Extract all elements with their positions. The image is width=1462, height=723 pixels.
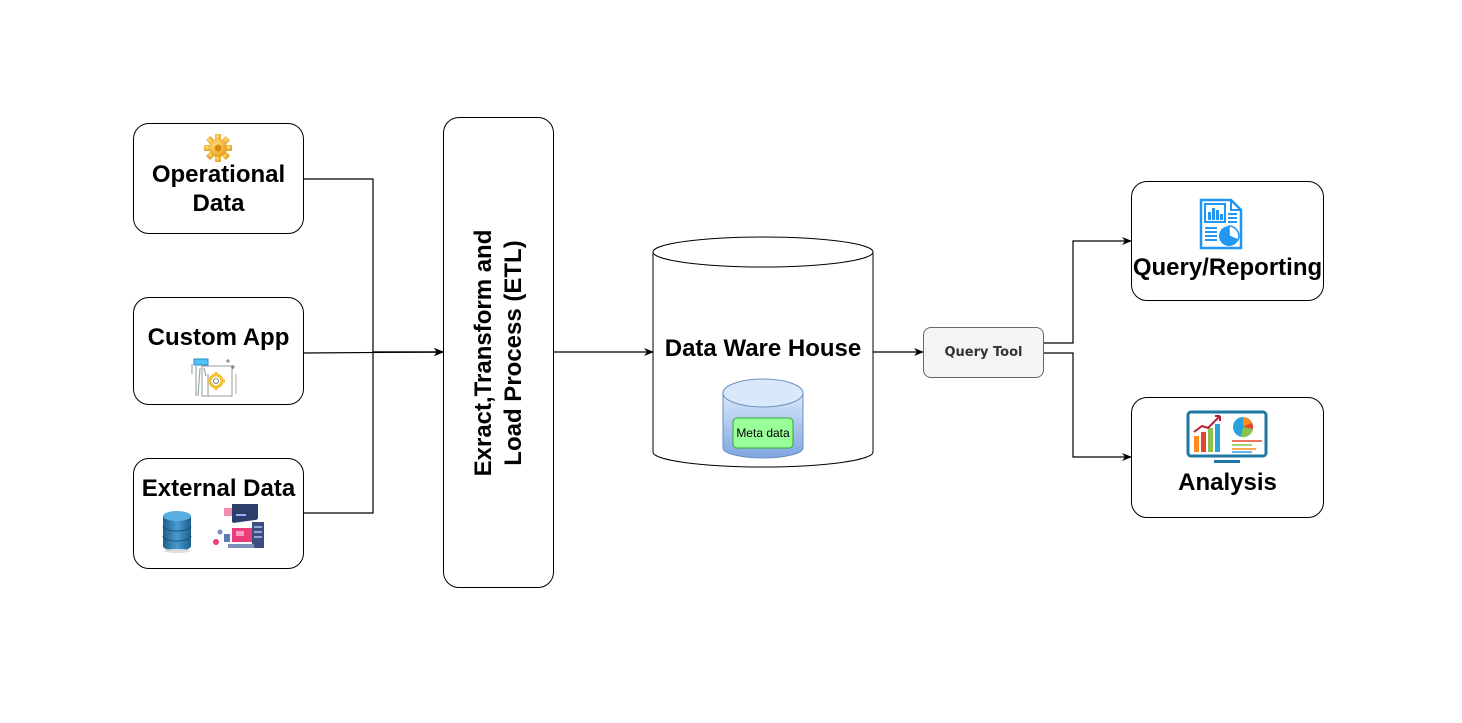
warehouse-label: Data Ware House — [664, 335, 862, 362]
metadata-cylinder — [722, 378, 804, 459]
node-custom-app[interactable]: Custom App — [133, 297, 304, 405]
analytics-monitor-icon — [1186, 410, 1268, 463]
gear-icon — [204, 134, 232, 162]
analysis-label: Analysis — [1178, 469, 1277, 496]
node-analysis[interactable]: Analysis — [1131, 397, 1324, 518]
node-query-tool[interactable]: Query Tool — [923, 327, 1044, 378]
operational-data-label: Operational Data — [134, 160, 303, 218]
database-icon — [162, 511, 192, 553]
etl-label-line1: Exract,Transform and — [469, 229, 497, 476]
operational-label-line2: Data — [192, 190, 245, 217]
node-external-data[interactable]: External Data — [133, 458, 304, 569]
server-workstation-icon — [213, 504, 264, 548]
edge-external-to-etl — [303, 348, 444, 514]
custom-app-label: Custom App — [147, 324, 290, 351]
node-query-reporting[interactable]: Query/Reporting — [1131, 181, 1324, 301]
query-reporting-label: Query/Reporting — [1132, 254, 1323, 281]
operational-label-line1: Operational — [151, 161, 286, 188]
etl-label-line2: Load Process (ETL) — [499, 239, 527, 466]
metadata-label: Meta data — [736, 426, 790, 440]
query-tool-label: Query Tool — [944, 345, 1023, 360]
node-etl-process[interactable]: Exract,Transform and Load Process (ETL) — [443, 117, 554, 588]
edge-query-tool-to-analysis — [1043, 352, 1132, 461]
edge-query-tool-to-reporting — [1043, 237, 1132, 344]
app-settings-icon — [191, 358, 237, 397]
external-data-label: External Data — [141, 475, 296, 502]
report-document-icon — [1199, 198, 1243, 250]
etl-label: Exract,Transform and Load Process (ETL) — [469, 133, 529, 573]
node-operational-data[interactable]: Operational Data — [133, 123, 304, 234]
edge-operational-to-etl — [303, 178, 444, 356]
